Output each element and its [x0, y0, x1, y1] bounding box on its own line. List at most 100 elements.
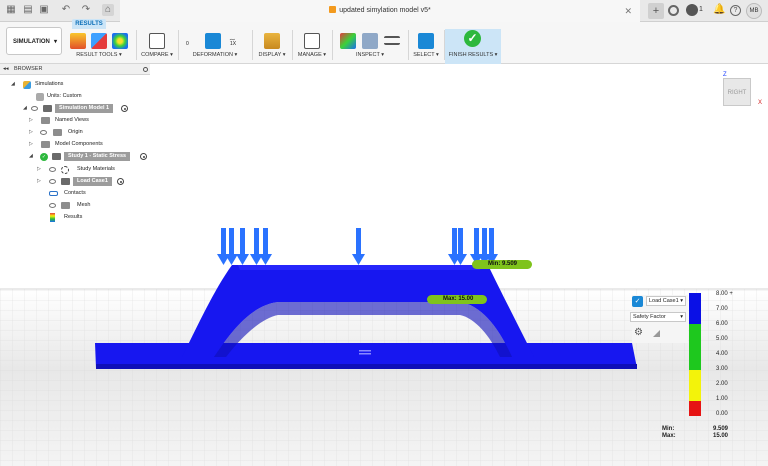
redo-icon[interactable]: ↷	[80, 4, 92, 16]
tree-item-results[interactable]: Results	[49, 212, 139, 223]
tree-item-label: Simulations	[35, 81, 64, 87]
manage-group[interactable]: MANAGE ▾	[294, 29, 330, 64]
plane-cut-icon[interactable]	[384, 36, 400, 45]
close-tab-icon[interactable]: ✕	[624, 0, 632, 22]
deformation-label: DEFORMATION ▾	[192, 52, 238, 58]
legend-tick-label: 3.00	[716, 366, 728, 372]
tree-item-load-case[interactable]: ▷ Load Case1	[37, 176, 147, 187]
compare-icon[interactable]	[149, 33, 165, 49]
tree-item-study[interactable]: ◢ ✓ Study 1 - Static Stress	[29, 151, 154, 162]
expand-arrow-icon[interactable]: ▷	[29, 139, 33, 150]
home-icon[interactable]: ⌂	[102, 4, 114, 16]
tree-item-label: Origin	[68, 129, 83, 135]
workspace-switcher[interactable]: SIMULATION ▾	[6, 27, 62, 55]
gear-icon[interactable]: ⚙	[634, 327, 643, 338]
tree-item-named-views[interactable]: ▷ Named Views	[29, 115, 139, 126]
visibility-eye-icon[interactable]	[49, 203, 56, 208]
select-cursor-icon[interactable]	[418, 33, 434, 49]
tab-results[interactable]: RESULTS	[72, 19, 106, 29]
deformation-group[interactable]: 0 ∼ 1X DEFORMATION ▾	[180, 29, 250, 64]
document-tab[interactable]: updated simylation model v5* ✕	[120, 0, 640, 22]
view-cube[interactable]: RIGHT	[723, 78, 751, 106]
min-probe-tag[interactable]: Min: 9.509	[472, 260, 532, 269]
tree-item-contacts[interactable]: Contacts	[49, 188, 139, 199]
browser-panel-header[interactable]: ◂◂ BROWSER	[0, 64, 150, 75]
file-menu-icon[interactable]: ▤	[22, 4, 34, 16]
save-icon[interactable]: ▣	[38, 4, 50, 16]
deformation-max-value: 1X	[230, 41, 237, 47]
inspect-group[interactable]: INSPECT ▾	[334, 29, 406, 64]
tree-item-study-materials[interactable]: ▷ Study Materials	[37, 164, 147, 175]
compare-group[interactable]: COMPARE ▾	[138, 29, 176, 64]
activate-radio-icon[interactable]	[140, 153, 147, 160]
tree-item-model-components[interactable]: ▷ Model Components	[29, 139, 139, 150]
sync-icon[interactable]	[668, 5, 679, 16]
help-icon[interactable]: ?	[730, 5, 741, 16]
select-group[interactable]: SELECT ▾	[410, 29, 442, 64]
title-bar: ▦ ▤ ▣ ↶ ↷ ⌂ updated simylation model v5*…	[0, 0, 768, 22]
expand-arrow-icon[interactable]: ◢	[23, 103, 27, 114]
display-icon[interactable]	[264, 33, 280, 49]
expand-arrow-icon[interactable]: ▷	[37, 176, 41, 187]
tree-item-mesh[interactable]: Mesh	[37, 200, 137, 211]
visibility-eye-icon[interactable]	[49, 179, 56, 184]
visibility-eye-icon[interactable]	[40, 130, 47, 135]
legend-tick-label: 5.00	[716, 336, 728, 342]
folder-icon	[41, 141, 50, 148]
contacts-icon	[49, 191, 58, 196]
expand-arrow-icon[interactable]: ▷	[29, 115, 33, 126]
expand-arrow-icon[interactable]: ▷	[37, 164, 41, 175]
tree-item-label: Load Case1	[73, 177, 112, 186]
surface-plot-icon[interactable]	[112, 33, 128, 49]
units-icon	[36, 93, 44, 101]
visibility-eye-icon[interactable]	[49, 167, 56, 172]
simulation-icon	[23, 81, 31, 89]
plate-marking	[359, 350, 371, 352]
job-status-icon[interactable]	[686, 4, 698, 16]
expand-arrow-icon[interactable]: ◢	[11, 79, 15, 90]
tree-item-label: Model Components	[55, 141, 103, 147]
tree-item-label: Study Materials	[77, 166, 115, 172]
legend-toggle-checkbox[interactable]: ✓	[632, 296, 643, 307]
legend-tick-label: 8.00 +	[716, 291, 733, 297]
visibility-eye-icon[interactable]	[31, 106, 38, 111]
expand-arrow-icon[interactable]: ▷	[29, 127, 33, 138]
display-group[interactable]: DISPLAY ▾	[254, 29, 290, 64]
load-case-select[interactable]: Load Case1 ▾	[646, 296, 686, 306]
legend-max-value: 15.00	[713, 433, 729, 439]
undo-icon[interactable]: ↶	[60, 4, 72, 16]
deformation-scale-icon[interactable]	[205, 33, 221, 49]
display-settings-icon[interactable]	[70, 33, 86, 49]
result-type-select[interactable]: Safety Factor ▾	[630, 312, 686, 322]
tree-item-units[interactable]: Units: Custom	[23, 91, 143, 102]
notifications-icon[interactable]: 🔔	[713, 4, 725, 15]
probes-icon[interactable]	[340, 33, 356, 49]
panel-options-icon[interactable]	[143, 67, 148, 72]
app-grid-icon[interactable]: ▦	[5, 4, 17, 16]
activate-radio-icon[interactable]	[121, 105, 128, 112]
max-probe-tag[interactable]: Max: 15.00	[427, 295, 487, 304]
legend-band-yellow	[689, 370, 701, 401]
activate-radio-icon[interactable]	[117, 178, 124, 185]
folder-icon	[53, 129, 62, 136]
manage-icon[interactable]	[304, 33, 320, 49]
study-icon	[52, 153, 61, 160]
surface-probes-icon[interactable]	[362, 33, 378, 49]
select-label: SELECT ▾	[413, 52, 439, 58]
animate-icon[interactable]	[91, 33, 107, 49]
new-tab-button[interactable]: +	[648, 3, 664, 19]
tree-item-simulation-model[interactable]: ◢ Simulation Model 1	[23, 103, 143, 114]
legend-band-blue	[689, 293, 701, 324]
tree-item-simulations[interactable]: ◢ Simulations	[11, 79, 151, 90]
result-tools-group[interactable]: RESULT TOOLS ▾	[66, 29, 132, 64]
finish-results-button[interactable]: ✓ FINISH RESULTS ▾	[445, 29, 501, 64]
legend-tick-label: 4.00	[716, 351, 728, 357]
job-count: 1	[699, 6, 703, 13]
tree-item-origin[interactable]: ▷ Origin	[29, 127, 139, 138]
legend-resize-icon[interactable]	[653, 330, 660, 337]
chevron-down-icon: ▾	[53, 39, 57, 45]
avatar[interactable]: MB	[746, 3, 762, 19]
inspect-label: INSPECT ▾	[355, 52, 385, 58]
expand-arrow-icon[interactable]: ◢	[29, 151, 33, 162]
collapse-panel-icon[interactable]: ◂◂	[3, 64, 9, 75]
